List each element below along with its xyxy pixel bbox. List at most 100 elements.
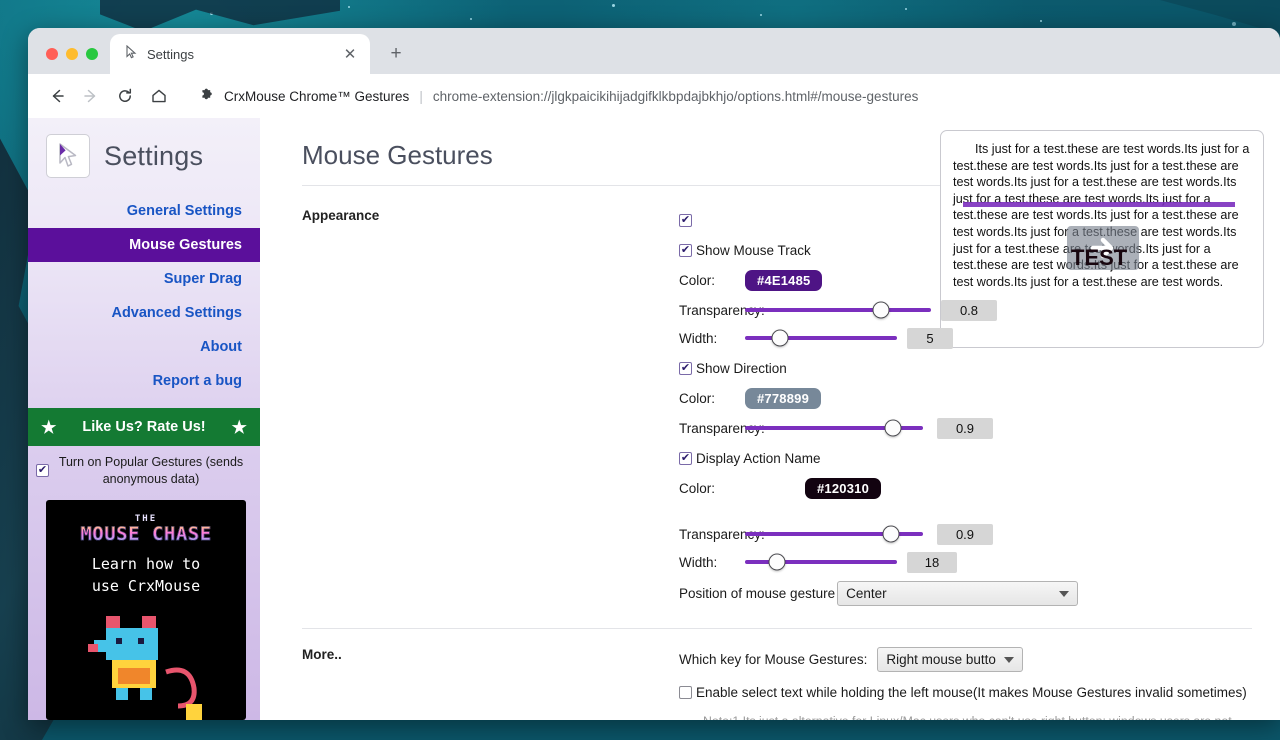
slider-knob[interactable] (771, 330, 788, 347)
star-dot (905, 8, 907, 10)
action-name-transparency-row: Transparency: 0.9 (679, 522, 1252, 546)
sidebar: Settings General Settings Mouse Gestures… (28, 118, 260, 720)
popular-gestures-row[interactable]: Turn on Popular Gestures (sends anonymou… (28, 446, 260, 494)
mouse-track-transparency-value: 0.8 (941, 300, 997, 321)
mouse-track-color-label: Color: (679, 273, 745, 288)
mouse-track-color-row: Color: #4E1485 (679, 268, 1252, 292)
display-action-name-checkbox[interactable] (679, 452, 692, 465)
maximize-window-button[interactable] (86, 48, 98, 60)
popular-gestures-checkbox[interactable] (36, 464, 49, 477)
omnibox-separator: | (417, 89, 425, 104)
rate-us-button[interactable]: ★ Like Us? Rate Us! ★ (28, 408, 260, 446)
mouse-track-transparency-slider[interactable] (745, 299, 931, 321)
sidebar-item-super-drag[interactable]: Super Drag (28, 262, 260, 296)
star-dot (470, 18, 472, 20)
sidebar-title: Settings (104, 141, 203, 172)
tab-title: Settings (147, 47, 331, 62)
slider-knob[interactable] (882, 526, 899, 543)
tab-settings[interactable]: Settings ✕ (110, 34, 370, 74)
crxmouse-cursor-logo (46, 134, 90, 178)
more-body: Which key for Mouse Gestures: Right mous… (490, 647, 1252, 720)
show-direction-checkbox[interactable] (679, 362, 692, 375)
appearance-label: Appearance (302, 208, 490, 606)
action-name-transparency-slider[interactable] (745, 523, 923, 545)
promo-title: MOUSE CHASE (46, 523, 246, 545)
slider-knob[interactable] (884, 420, 901, 437)
arrow-right-icon[interactable] (76, 81, 106, 111)
action-name-width-slider[interactable] (745, 551, 897, 573)
which-key-row: Which key for Mouse Gestures: Right mous… (679, 647, 1252, 672)
star-dot (1040, 20, 1042, 22)
minimize-window-button[interactable] (66, 48, 78, 60)
appearance-top-checkbox-row (679, 208, 1252, 232)
enable-select-text-checkbox[interactable] (679, 686, 692, 699)
direction-transparency-row: Transparency: 0.9 (679, 416, 1252, 440)
more-label: More.. (302, 647, 490, 720)
puzzle-piece-icon (200, 87, 216, 106)
arrow-left-icon[interactable] (42, 81, 72, 111)
action-name-width-value: 18 (907, 552, 957, 573)
extension-name: CrxMouse Chrome™ Gestures (224, 89, 409, 104)
browser-window: Settings ✕ + CrxMouse Chrome™ Gestures |… (28, 28, 1280, 720)
show-direction-row[interactable]: Show Direction (679, 356, 1252, 380)
popular-gestures-label: Turn on Popular Gestures (sends anonymou… (56, 454, 246, 488)
mouse-track-color-swatch[interactable]: #4E1485 (745, 270, 822, 291)
address-bar[interactable]: CrxMouse Chrome™ Gestures | chrome-exten… (188, 81, 1266, 111)
action-name-transparency-value: 0.9 (937, 524, 993, 545)
gesture-position-row: Position of mouse gesture Center (679, 581, 1252, 606)
slider-knob[interactable] (768, 554, 785, 571)
mouse-chase-promo[interactable]: THE MOUSE CHASE Learn how to use CrxMous… (46, 500, 246, 720)
action-name-transparency-label: Transparency: (679, 527, 745, 542)
star-dot (760, 14, 762, 16)
tab-strip: Settings ✕ + (28, 28, 1280, 74)
display-action-name-row[interactable]: Display Action Name (679, 446, 1252, 470)
mouse-track-width-label: Width: (679, 331, 745, 346)
sidebar-item-general-settings[interactable]: General Settings (28, 194, 260, 228)
enable-select-text-row[interactable]: Enable select text while holding the lef… (679, 680, 1252, 704)
appearance-top-checkbox[interactable] (679, 214, 692, 227)
plus-icon[interactable]: + (382, 40, 410, 68)
close-window-button[interactable] (46, 48, 58, 60)
promo-subtitle-line2: use CrxMouse (46, 575, 246, 598)
gesture-position-label: Position of mouse gesture (679, 586, 835, 601)
window-controls (28, 48, 110, 74)
sidebar-item-about[interactable]: About (28, 330, 260, 364)
cursor-icon (124, 45, 138, 64)
direction-transparency-value: 0.9 (937, 418, 993, 439)
close-icon[interactable]: ✕ (340, 44, 360, 64)
show-mouse-track-checkbox[interactable] (679, 244, 692, 257)
direction-color-row: Color: #778899 (679, 386, 1252, 410)
home-icon[interactable] (144, 81, 174, 111)
gesture-position-select[interactable]: Center (837, 581, 1078, 606)
rate-us-label: Like Us? Rate Us! (82, 419, 205, 435)
action-name-color-swatch[interactable]: #120310 (805, 478, 881, 499)
omnibox-url: chrome-extension://jlgkpaicikihijadgifkl… (433, 89, 919, 104)
action-name-width-label: Width: (679, 555, 745, 570)
show-mouse-track-row[interactable]: Show Mouse Track (679, 238, 1252, 262)
preview-track-line (963, 202, 1235, 207)
star-icon: ★ (41, 419, 56, 436)
enable-select-text-label: Enable select text while holding the lef… (696, 685, 1247, 700)
action-name-color-label: Color: (679, 481, 805, 496)
star-icon: ★ (232, 419, 247, 436)
which-key-dropdown[interactable]: Right mouse button (877, 647, 1023, 672)
direction-color-swatch[interactable]: #778899 (745, 388, 821, 409)
gesture-position-dropdown[interactable]: Center (837, 581, 1078, 606)
more-section: More.. Which key for Mouse Gestures: Rig… (302, 629, 1252, 720)
star-dot (348, 6, 350, 8)
sidebar-item-mouse-gestures[interactable]: Mouse Gestures (28, 228, 260, 262)
appearance-body: Show Mouse Track Color: #4E1485 Transpar… (490, 208, 1252, 606)
direction-transparency-label: Transparency: (679, 421, 745, 436)
mouse-track-width-row: Width: 5 (679, 326, 1252, 350)
sidebar-item-report-a-bug[interactable]: Report a bug (28, 364, 260, 398)
show-mouse-track-label: Show Mouse Track (696, 243, 811, 258)
sidebar-item-advanced-settings[interactable]: Advanced Settings (28, 296, 260, 330)
direction-transparency-slider[interactable] (745, 417, 923, 439)
action-name-color-row: Color: #120310 (679, 476, 1252, 500)
slider-knob[interactable] (872, 302, 889, 319)
which-key-select[interactable]: Right mouse button (877, 647, 1023, 672)
promo-subtitle-line1: Learn how to (46, 553, 246, 576)
star-dot (1232, 22, 1236, 26)
reload-icon[interactable] (110, 81, 140, 111)
mouse-track-width-slider[interactable] (745, 327, 897, 349)
